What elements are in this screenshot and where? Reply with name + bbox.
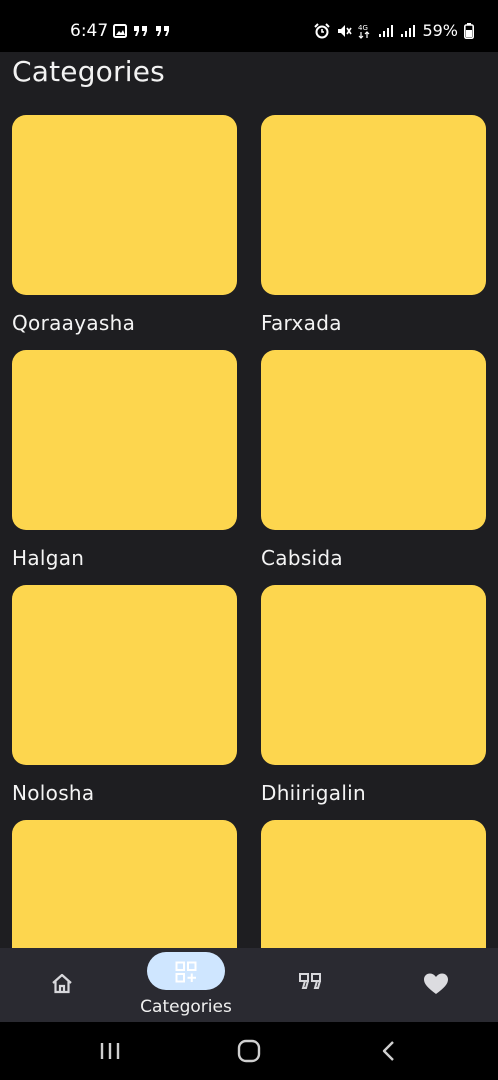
category-image[interactable]	[12, 115, 237, 295]
category-card[interactable]: Farxada	[261, 115, 486, 350]
category-label: Qoraayasha	[12, 311, 136, 335]
app-screen: 6:47 4G 59% Categories Qoraayasha Farxad…	[0, 0, 498, 1080]
status-bar: 6:47 4G 59%	[0, 0, 498, 52]
quote-notification-icon	[134, 26, 147, 36]
status-system-icons: 4G 59%	[314, 21, 474, 40]
page-title: Categories	[12, 55, 165, 88]
category-grid: Qoraayasha Farxada Halgan Cabsida Nolosh…	[12, 115, 486, 1055]
home-circle-icon[interactable]	[234, 1038, 264, 1064]
nav-item-quotes[interactable]	[248, 948, 372, 1022]
category-label: Cabsida	[261, 546, 343, 570]
category-card[interactable]: Halgan	[12, 350, 237, 585]
category-card[interactable]: Cabsida	[261, 350, 486, 585]
category-image[interactable]	[261, 350, 486, 530]
category-label: Halgan	[12, 546, 85, 570]
battery-percentage: 59%	[422, 21, 458, 40]
status-time: 6:47	[70, 21, 109, 41]
quote-icon[interactable]	[298, 972, 322, 990]
bottom-navigation: Categories	[0, 948, 498, 1022]
category-label: Farxada	[261, 311, 342, 335]
system-navigation-bar	[0, 1022, 498, 1080]
category-image[interactable]	[261, 585, 486, 765]
nav-item-home[interactable]	[0, 948, 124, 1022]
signal-icon	[379, 24, 394, 37]
mute-icon	[338, 24, 353, 37]
nav-item-categories[interactable]: Categories	[124, 948, 248, 1022]
category-card[interactable]: Dhiirigalin	[261, 585, 486, 820]
category-image[interactable]	[261, 115, 486, 295]
active-indicator[interactable]	[147, 952, 225, 990]
gallery-notification-icon	[113, 24, 127, 38]
back-chevron-icon[interactable]	[374, 1038, 404, 1064]
category-image[interactable]	[12, 350, 237, 530]
svg-text:4G: 4G	[358, 24, 368, 32]
category-label: Dhiirigalin	[261, 781, 367, 805]
category-card[interactable]: Qoraayasha	[12, 115, 237, 350]
categories-icon[interactable]	[175, 961, 197, 983]
nav-label-categories: Categories	[140, 997, 232, 1017]
signal-icon-2	[401, 24, 416, 37]
category-image[interactable]	[12, 585, 237, 765]
home-button[interactable]	[234, 1038, 264, 1064]
heart-icon[interactable]	[423, 972, 449, 996]
category-label: Nolosha	[12, 781, 95, 805]
back-button[interactable]	[374, 1038, 404, 1064]
quote-notification-icon-2	[156, 26, 169, 36]
home-icon[interactable]	[50, 972, 74, 996]
battery-icon	[464, 22, 474, 39]
alarm-icon	[314, 22, 331, 38]
recent-apps-button[interactable]	[96, 1038, 126, 1064]
category-card[interactable]: Nolosha	[12, 585, 237, 820]
network-4g-icon: 4G	[358, 24, 370, 39]
status-notification-icons	[113, 24, 171, 38]
nav-item-favorites[interactable]	[374, 948, 498, 1022]
recent-apps-icon[interactable]	[96, 1038, 126, 1064]
